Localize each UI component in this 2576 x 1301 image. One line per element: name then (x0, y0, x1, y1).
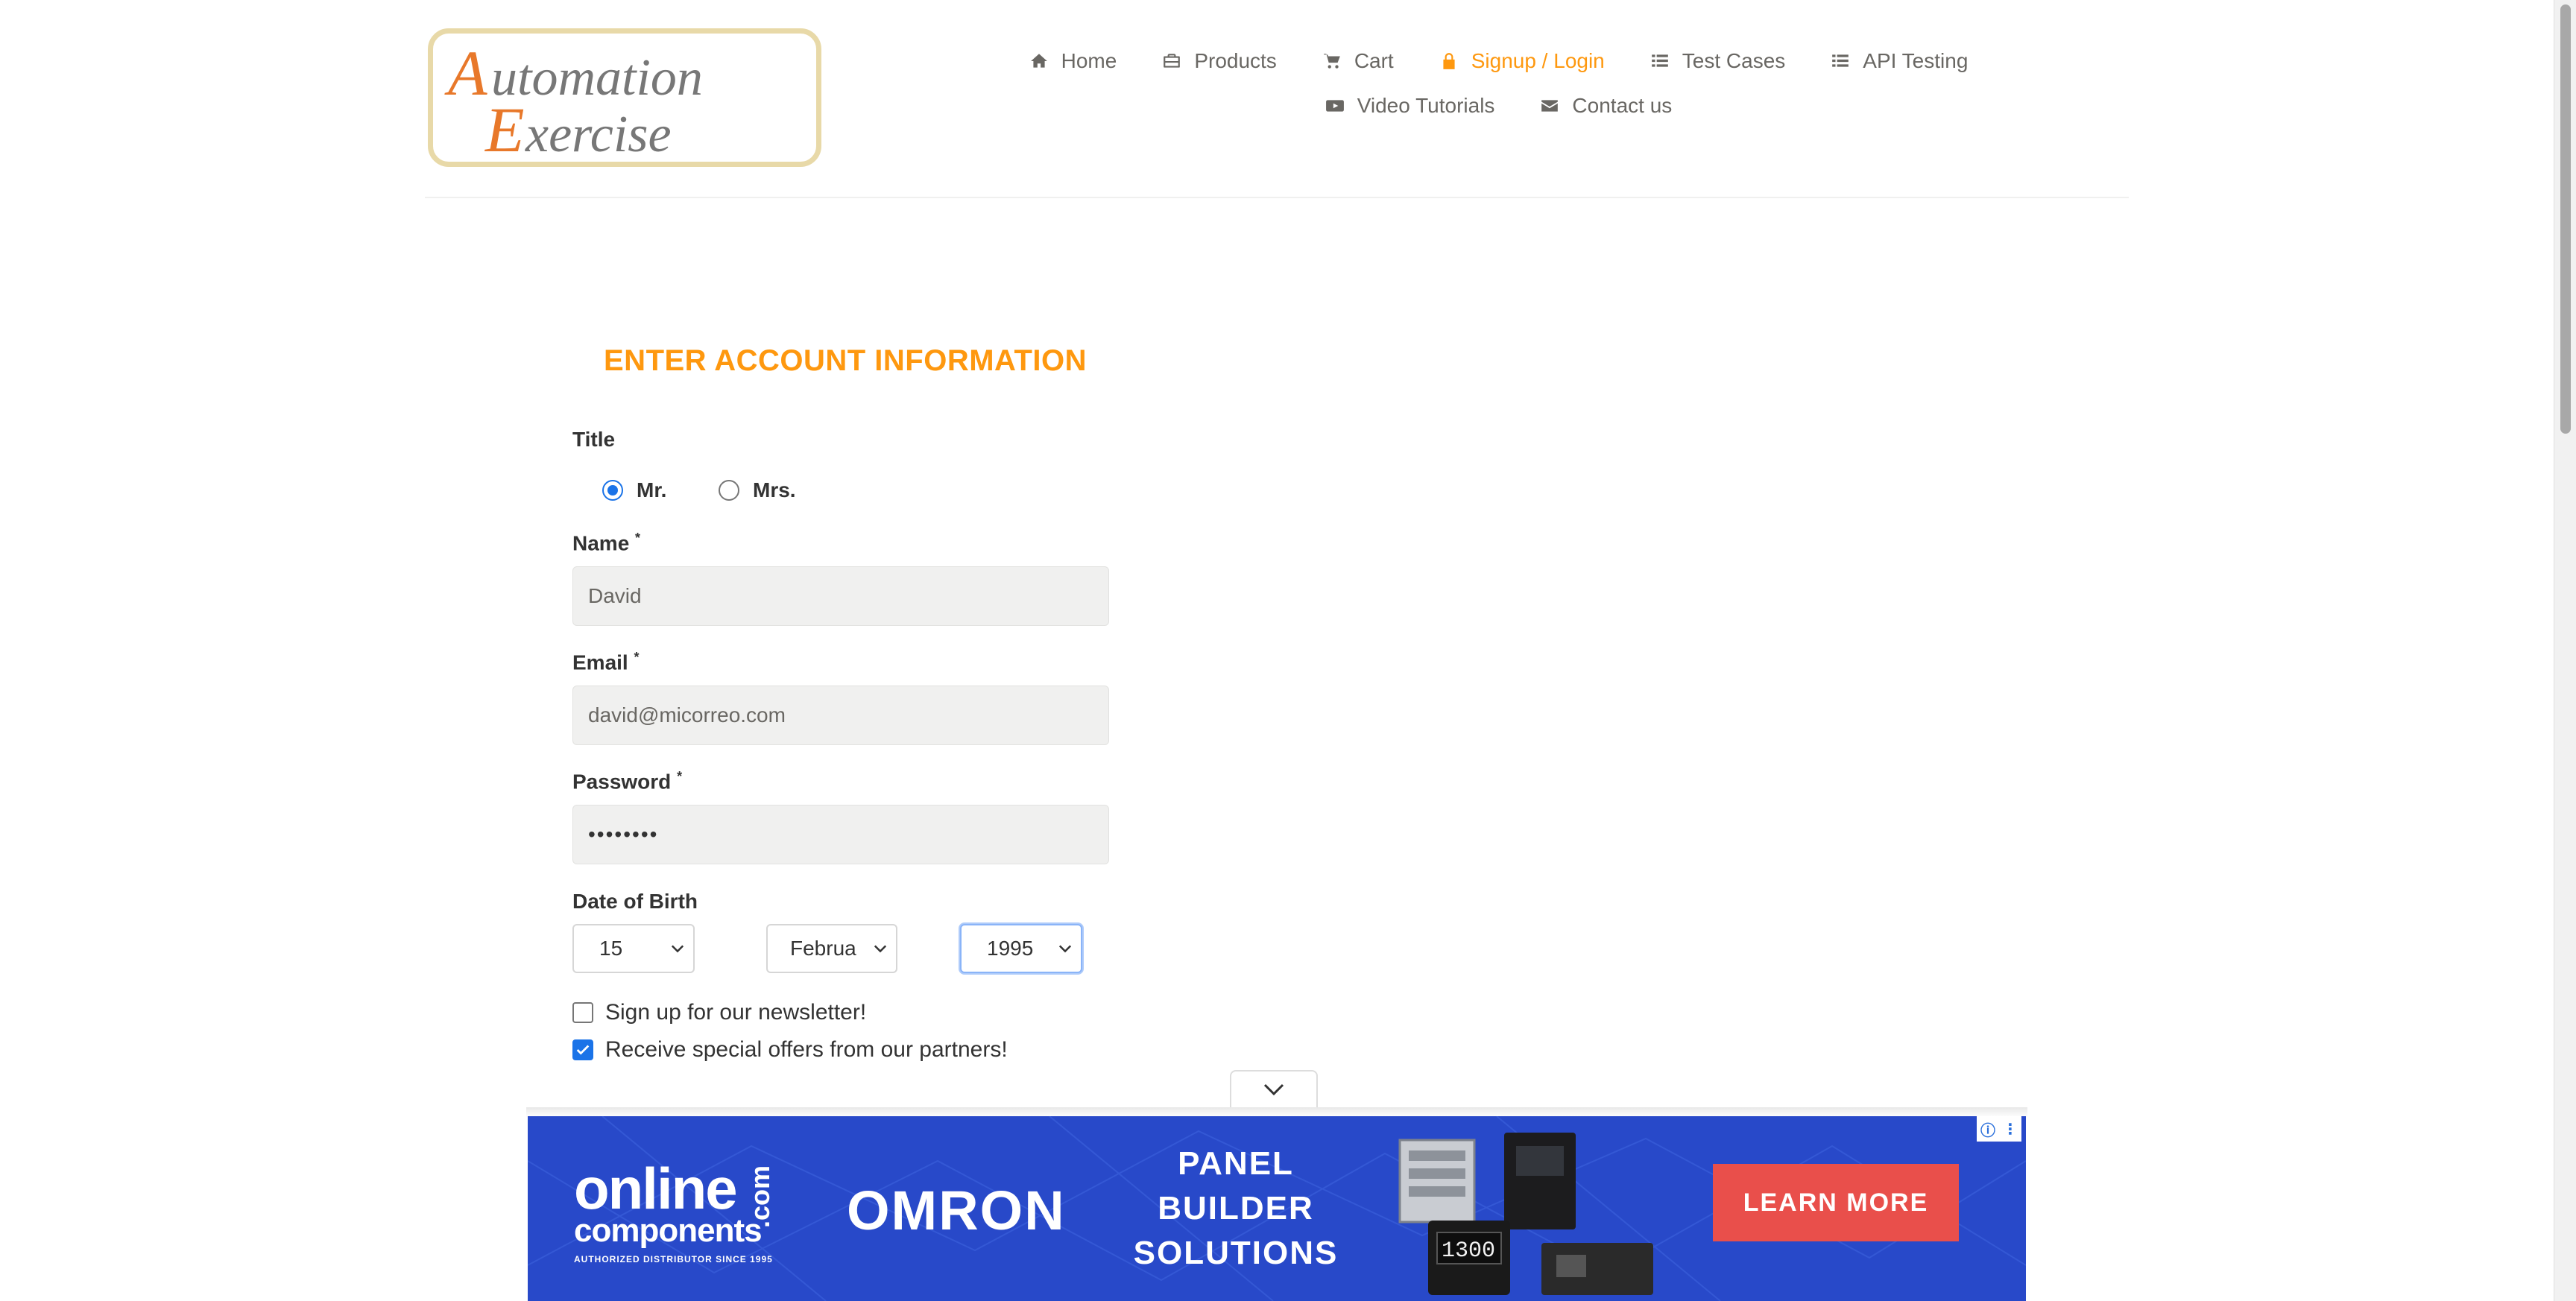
nav-api-testing[interactable]: API Testing (1830, 49, 1968, 73)
form-heading: ENTER ACCOUNT INFORMATION (604, 344, 1087, 377)
chevron-down-icon (1263, 1083, 1284, 1096)
title-mr-label: Mr. (637, 478, 667, 501)
site-header: A utomation E xercise Home Products Cart… (0, 0, 2576, 200)
header-divider (425, 197, 2129, 198)
ad-brand-small: components (574, 1212, 763, 1249)
title-mr-radio[interactable] (602, 480, 623, 501)
logo-image: A utomation E xercise (444, 37, 703, 162)
newsletter-label: Sign up for our newsletter! (605, 1000, 867, 1025)
svg-text:E: E (484, 94, 525, 162)
nav-contact-us-label: Contact us (1572, 94, 1673, 117)
nav-video-tutorials-label: Video Tutorials (1357, 94, 1495, 117)
nav-test-cases[interactable]: Test Cases (1650, 49, 1786, 73)
ad-brand-big: online (574, 1156, 738, 1221)
lock-icon (1439, 51, 1459, 72)
home-icon (1029, 51, 1049, 72)
title-mrs-label: Mrs. (753, 478, 796, 501)
ad-headline: PANEL BUILDER SOLUTIONS (1124, 1142, 1348, 1276)
ad-info-box[interactable]: ⓘ ⋮ (1977, 1116, 2021, 1142)
dob-day-value: 15 (599, 937, 623, 960)
nav-signup-login[interactable]: Signup / Login (1439, 49, 1605, 73)
nav-contact-us[interactable]: Contact us (1539, 94, 1672, 118)
ad-learn-more-button[interactable]: LEARN MORE (1713, 1164, 1959, 1241)
title-label: Title (572, 428, 616, 451)
dob-month-value: Februa (790, 937, 856, 960)
ad-device-readout: 1300 (1442, 1238, 1495, 1264)
dob-year-value: 1995 (987, 937, 1034, 960)
nav-row-1: Home Products Cart Signup / Login Test C… (1014, 39, 1983, 83)
nav-cart-label: Cart (1354, 49, 1394, 72)
dob-day-select[interactable]: 15 (572, 924, 695, 973)
title-mr-option[interactable]: Mr. (602, 478, 666, 502)
ad-product-image: 1300 (1398, 1133, 1653, 1295)
scrollbar-thumb[interactable] (2560, 4, 2571, 434)
svg-text:xercise: xercise (525, 106, 672, 162)
nav-row-2: Video Tutorials Contact us (1014, 83, 1983, 128)
offers-option[interactable]: Receive special offers from our partners… (572, 1037, 1008, 1063)
list-icon (1830, 51, 1851, 72)
password-input[interactable]: •••••••• (572, 805, 1109, 864)
nav-products[interactable]: Products (1161, 49, 1277, 73)
nav-home-label: Home (1061, 49, 1117, 72)
nav-products-label: Products (1194, 49, 1277, 72)
newsletter-checkbox[interactable] (572, 1002, 593, 1023)
ad-collapse-button[interactable] (1230, 1070, 1318, 1107)
title-mrs-radio[interactable] (719, 480, 739, 501)
nav-signup-login-label: Signup / Login (1471, 49, 1605, 72)
dob-year-select[interactable]: 1995 (960, 924, 1082, 973)
password-label-text: Password (572, 770, 672, 794)
ad-banner[interactable]: online components .com AUTHORIZED DISTRI… (528, 1116, 2026, 1301)
ad-brand-tagline: AUTHORIZED DISTRIBUTOR SINCE 1995 (574, 1254, 773, 1264)
ad-partner-logo: OMRON (847, 1180, 1066, 1241)
ad-brand-onlinecomponents: online components .com AUTHORIZED DISTRI… (574, 1156, 775, 1264)
youtube-icon (1325, 95, 1345, 116)
password-label: Password * (572, 769, 682, 794)
newsletter-option[interactable]: Sign up for our newsletter! (572, 1000, 866, 1025)
nav-home[interactable]: Home (1029, 49, 1117, 73)
ad-headline-1: PANEL (1178, 1145, 1294, 1182)
dob-label: Date of Birth (572, 890, 698, 913)
required-mark: * (634, 650, 640, 665)
email-label-text: Email (572, 650, 628, 674)
ad-headline-2: BUILDER (1158, 1190, 1314, 1226)
required-mark: * (635, 531, 641, 545)
envelope-icon (1539, 95, 1560, 116)
checkmark-icon (576, 1045, 590, 1055)
chevron-down-icon (671, 945, 684, 953)
nav-cart[interactable]: Cart (1322, 49, 1394, 73)
main-nav: Home Products Cart Signup / Login Test C… (1014, 39, 1983, 128)
briefcase-icon (1161, 51, 1182, 72)
name-input[interactable]: David (572, 566, 1109, 626)
email-input[interactable]: david@micorreo.com (572, 686, 1109, 745)
cart-icon (1322, 51, 1342, 72)
offers-label: Receive special offers from our partners… (605, 1037, 1008, 1062)
nav-test-cases-label: Test Cases (1682, 49, 1786, 72)
title-mrs-option[interactable]: Mrs. (719, 478, 796, 502)
chevron-down-icon (1058, 945, 1072, 953)
svg-text:A: A (444, 37, 487, 109)
info-icon[interactable]: ⓘ (1980, 1118, 1995, 1140)
more-menu-icon[interactable]: ⋮ (2003, 1120, 2018, 1139)
name-label: Name * (572, 531, 640, 555)
site-logo[interactable]: A utomation E xercise (428, 28, 821, 167)
email-label: Email * (572, 650, 640, 674)
nav-video-tutorials[interactable]: Video Tutorials (1325, 94, 1495, 118)
offers-checkbox[interactable] (572, 1039, 593, 1060)
required-mark: * (677, 769, 683, 784)
nav-api-testing-label: API Testing (1863, 49, 1969, 72)
chevron-down-icon (874, 945, 887, 953)
page-scrollbar[interactable] (2554, 0, 2576, 1301)
dob-month-select[interactable]: Februa (766, 924, 897, 973)
ad-headline-3: SOLUTIONS (1133, 1235, 1339, 1271)
list-icon (1650, 51, 1670, 72)
name-label-text: Name (572, 531, 630, 555)
ad-brand-com: .com (745, 1165, 775, 1229)
